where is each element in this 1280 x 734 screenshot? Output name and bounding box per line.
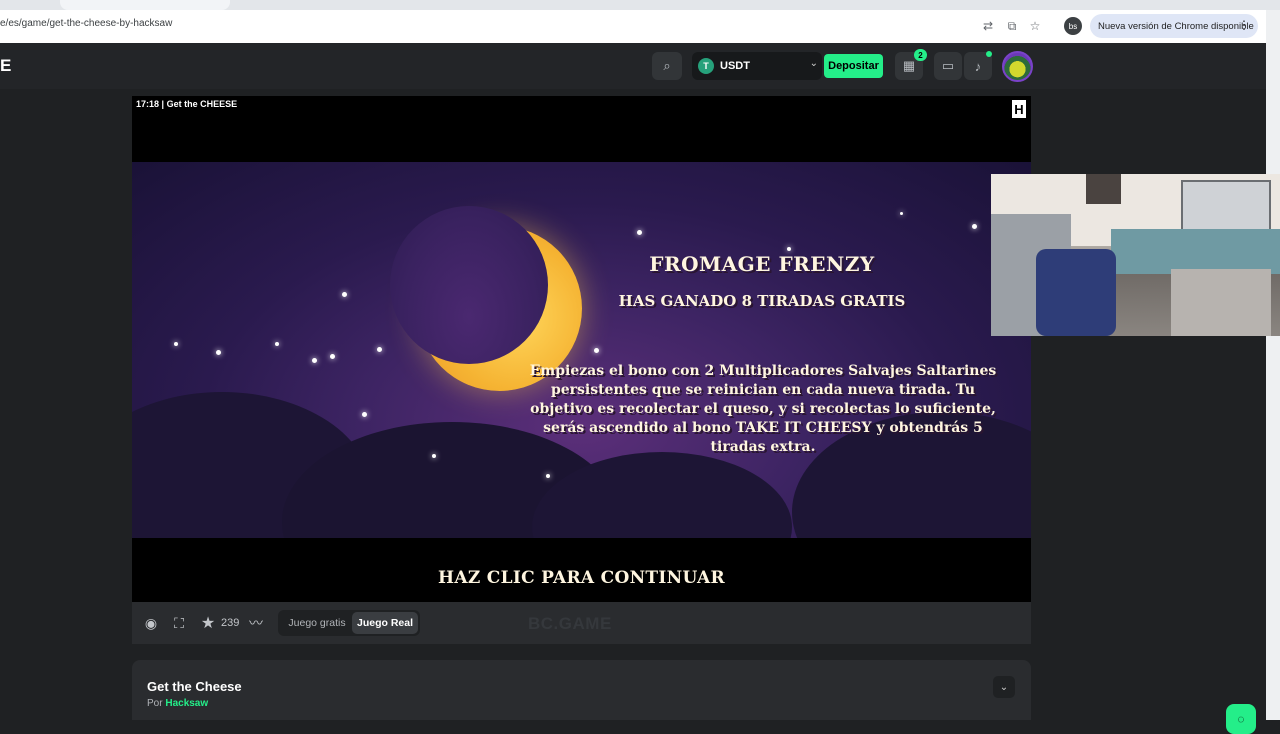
- star: [432, 454, 436, 458]
- game-frame[interactable]: 17:18 | Get the CHEESE H FROMAGE FRENZY …: [132, 96, 1031, 602]
- update-notice-label: Nueva versión de Chrome disponible: [1098, 20, 1254, 32]
- currency-selector[interactable]: T USDT ⌄: [692, 52, 822, 80]
- provider-link[interactable]: Hacksaw: [165, 698, 208, 709]
- bonus-description: Empiezas el bono con 2 Multiplicadores S…: [529, 363, 997, 455]
- chat-button[interactable]: ▭: [934, 52, 962, 80]
- fullscreen-icon[interactable]: ⛶: [170, 614, 188, 632]
- provider-line: Por Hacksaw: [147, 698, 208, 709]
- webcam-overlay: [991, 174, 1280, 336]
- stats-icon[interactable]: 〰: [247, 614, 265, 632]
- real-play-tab[interactable]: Juego Real: [352, 612, 418, 634]
- bonus-title: FROMAGE FRENZY: [649, 252, 875, 276]
- star: [972, 224, 977, 229]
- currency-label: USDT: [720, 60, 750, 72]
- user-avatar[interactable]: [1002, 51, 1033, 82]
- favorite-star-icon[interactable]: ★: [199, 614, 217, 632]
- game-name-overlay: Get the CHEESE: [166, 99, 238, 109]
- star: [312, 358, 317, 363]
- floor: [1171, 269, 1271, 336]
- notification-dot: [986, 51, 992, 57]
- usdt-icon: T: [698, 58, 714, 74]
- cast-icon[interactable]: ⧉: [1004, 18, 1020, 34]
- gift-count-badge: 2: [914, 49, 927, 61]
- gift-icon: ▦: [902, 58, 916, 73]
- theater-mode-icon[interactable]: ◉: [142, 614, 160, 632]
- desk: [1111, 229, 1280, 274]
- search-icon: ⌕: [663, 58, 671, 73]
- chevron-down-icon: ⌄: [999, 681, 1009, 693]
- star: [174, 342, 178, 346]
- translate-icon[interactable]: ⇄: [980, 18, 996, 34]
- page-edge: [1266, 10, 1280, 720]
- browser-tab[interactable]: [60, 0, 230, 10]
- game-overlay-title: 17:18 | Get the CHEESE: [136, 99, 237, 109]
- star: [787, 247, 791, 251]
- play-mode-toggle: Juego gratis Juego Real: [278, 610, 420, 636]
- game-clock: 17:18: [136, 99, 160, 109]
- site-logo[interactable]: E: [0, 56, 11, 76]
- chat-icon: ▭: [941, 58, 955, 73]
- expand-info-button[interactable]: ⌄: [993, 676, 1015, 698]
- favorite-count: 239: [221, 617, 240, 629]
- star: [362, 412, 367, 417]
- profile-avatar[interactable]: bs: [1064, 17, 1082, 35]
- chrome-update-button[interactable]: Nueva versión de Chrome disponible ⋮: [1090, 14, 1258, 38]
- game-info-card: Get the Cheese Por Hacksaw ⌄: [132, 660, 1031, 720]
- free-play-tab[interactable]: Juego gratis: [282, 612, 352, 634]
- star: [546, 474, 550, 478]
- star: [330, 354, 335, 359]
- bell-icon: ♪: [974, 58, 982, 74]
- wall-poster: [1086, 174, 1121, 204]
- gaming-chair: [1036, 249, 1116, 336]
- star: [216, 350, 221, 355]
- site-watermark: BC.GAME: [528, 614, 612, 633]
- star: [377, 347, 382, 352]
- hacksaw-logo: H: [1012, 100, 1026, 118]
- continue-prompt[interactable]: HAZ CLIC PARA CONTINUAR: [132, 568, 1031, 588]
- free-spins-won: HAS GANADO 8 TIRADAS GRATIS: [618, 292, 906, 310]
- star: [275, 342, 279, 346]
- moon-shadow: [390, 206, 548, 364]
- chevron-down-icon: ⌄: [809, 58, 818, 69]
- star: [594, 348, 599, 353]
- support-chat-button[interactable]: ◌: [1226, 704, 1256, 734]
- browser-address-bar: e/es/game/get-the-cheese-by-hacksaw ⇄ ⧉ …: [0, 10, 1266, 43]
- site-header: E ⌕ T USDT ⌄ Depositar ▦ 2 ▭ ♪: [0, 43, 1266, 89]
- bonus-screen[interactable]: FROMAGE FRENZY HAS GANADO 8 TIRADAS GRAT…: [132, 162, 1031, 538]
- star: [900, 212, 903, 215]
- chat-bubble-icon: ◌: [1237, 712, 1245, 726]
- star: [342, 292, 347, 297]
- game-title: Get the Cheese: [147, 679, 242, 694]
- game-control-bar: ◉ ⛶ ★ 239 〰 Juego gratis Juego Real BC.G…: [132, 602, 1031, 644]
- kebab-menu-icon[interactable]: ⋮: [1238, 18, 1250, 32]
- bookmark-star-icon[interactable]: ☆: [1027, 18, 1043, 34]
- star: [637, 230, 642, 235]
- search-button[interactable]: ⌕: [652, 52, 682, 80]
- browser-tab-strip: [0, 0, 1280, 10]
- deposit-button[interactable]: Depositar: [824, 54, 883, 78]
- by-label: Por: [147, 698, 163, 709]
- url-text[interactable]: e/es/game/get-the-cheese-by-hacksaw: [0, 18, 172, 29]
